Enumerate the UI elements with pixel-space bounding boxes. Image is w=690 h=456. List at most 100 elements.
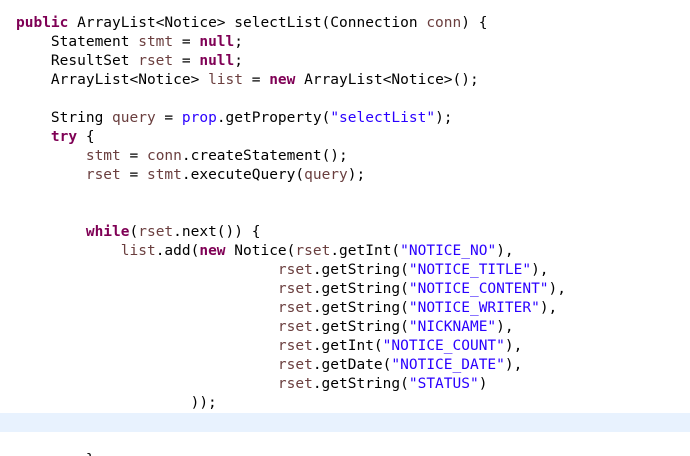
string-token: "NOTICE_DATE" xyxy=(391,357,505,373)
code-token: .getInt( xyxy=(330,243,401,259)
code-token: { xyxy=(77,129,95,145)
variable-token: rset xyxy=(277,300,313,316)
variable-token: stmt xyxy=(146,167,182,183)
string-token: "NOTICE_NO" xyxy=(400,243,497,259)
code-token: .getString( xyxy=(312,262,409,278)
code-token: .add( xyxy=(155,243,200,259)
variable-token: query xyxy=(112,110,156,126)
code-token: ), xyxy=(539,300,558,316)
code-token: = xyxy=(120,167,147,183)
code-line[interactable]: ArrayList<Notice> list = new ArrayList<N… xyxy=(0,71,690,90)
code-token: = xyxy=(173,34,200,50)
code-line[interactable] xyxy=(0,90,690,109)
code-token: )); xyxy=(16,395,217,411)
code-line[interactable]: } xyxy=(0,451,690,456)
code-line[interactable]: list.add(new Notice(rset.getInt("NOTICE_… xyxy=(0,242,690,261)
variable-token: rset xyxy=(277,338,313,354)
code-token: = xyxy=(242,72,270,88)
code-token: .getString( xyxy=(312,376,409,392)
code-line[interactable]: Statement stmt = null; xyxy=(0,33,690,52)
code-line[interactable]: )); xyxy=(0,394,690,413)
code-line[interactable] xyxy=(0,185,690,204)
code-token: ResultSet xyxy=(16,53,139,69)
code-token: ); xyxy=(347,167,366,183)
variable-token: rset xyxy=(277,357,313,373)
variable-token: conn xyxy=(146,148,182,164)
code-token: String xyxy=(16,110,113,126)
code-token: = xyxy=(155,110,182,126)
code-line[interactable]: rset.getString("STATUS") xyxy=(0,375,690,394)
string-token: "NICKNAME" xyxy=(408,319,497,335)
code-token: ), xyxy=(504,338,523,354)
variable-token: rset xyxy=(138,53,174,69)
code-token: = xyxy=(120,148,147,164)
code-line[interactable] xyxy=(0,432,690,451)
code-line[interactable]: rset.getInt("NOTICE_COUNT"), xyxy=(0,337,690,356)
code-token: ), xyxy=(504,357,523,373)
string-token: "NOTICE_CONTENT" xyxy=(408,281,549,297)
code-line[interactable]: rset.getDate("NOTICE_DATE"), xyxy=(0,356,690,375)
string-token: prop xyxy=(181,110,217,126)
code-token: .getString( xyxy=(312,281,409,297)
code-line[interactable]: rset = stmt.executeQuery(query); xyxy=(0,166,690,185)
variable-token: conn xyxy=(426,15,462,31)
code-editor[interactable]: public ArrayList<Notice> selectList(Conn… xyxy=(0,0,690,456)
code-line[interactable]: ResultSet rset = null; xyxy=(0,52,690,71)
variable-token: rset xyxy=(277,319,313,335)
code-line[interactable]: String query = prop.getProperty("selectL… xyxy=(0,109,690,128)
code-line[interactable]: stmt = conn.createStatement(); xyxy=(0,147,690,166)
variable-token: rset xyxy=(277,281,313,297)
variable-token: rset xyxy=(85,167,121,183)
variable-token: stmt xyxy=(138,34,174,50)
current-line[interactable] xyxy=(0,413,690,432)
code-line[interactable] xyxy=(0,204,690,223)
variable-token: rset xyxy=(138,224,174,240)
string-token: "STATUS" xyxy=(408,376,479,392)
string-token: "NOTICE_TITLE" xyxy=(408,262,532,278)
code-line[interactable]: public ArrayList<Notice> selectList(Conn… xyxy=(0,14,690,33)
keyword-token: while xyxy=(85,224,130,240)
code-line[interactable]: try { xyxy=(0,128,690,147)
code-token: Statement xyxy=(16,34,139,50)
code-token: .getProperty( xyxy=(216,110,331,126)
code-token: ); xyxy=(435,110,453,126)
keyword-token: new xyxy=(199,243,226,259)
code-token: ArrayList<Notice>(); xyxy=(295,72,479,88)
code-line[interactable]: rset.getString("NOTICE_CONTENT"), xyxy=(0,280,690,299)
code-token: .next()) { xyxy=(173,224,261,240)
keyword-token: new xyxy=(269,72,296,88)
code-token: ArrayList<Notice> xyxy=(16,72,209,88)
code-token: ; xyxy=(234,34,243,50)
code-token: .createStatement(); xyxy=(181,148,348,164)
string-token: "selectList" xyxy=(330,110,436,126)
code-token: ) { xyxy=(461,15,488,31)
code-token: .getString( xyxy=(312,300,409,316)
code-line[interactable]: rset.getString("NOTICE_TITLE"), xyxy=(0,261,690,280)
keyword-token: public xyxy=(16,15,69,31)
code-token: .getDate( xyxy=(312,357,392,373)
code-line[interactable]: while(rset.next()) { xyxy=(0,223,690,242)
code-line[interactable]: rset.getString("NICKNAME"), xyxy=(0,318,690,337)
variable-token: rset xyxy=(277,376,313,392)
variable-token: list xyxy=(208,72,243,88)
variable-token: rset xyxy=(295,243,331,259)
code-token: = xyxy=(173,53,200,69)
code-token: .getString( xyxy=(312,319,409,335)
variable-token: stmt xyxy=(85,148,121,164)
keyword-token: null xyxy=(199,34,235,50)
code-token: Notice( xyxy=(225,243,296,259)
code-line[interactable]: rset.getString("NOTICE_WRITER"), xyxy=(0,299,690,318)
variable-token: rset xyxy=(277,262,313,278)
variable-token: list xyxy=(120,243,156,259)
code-token: ; xyxy=(234,53,243,69)
